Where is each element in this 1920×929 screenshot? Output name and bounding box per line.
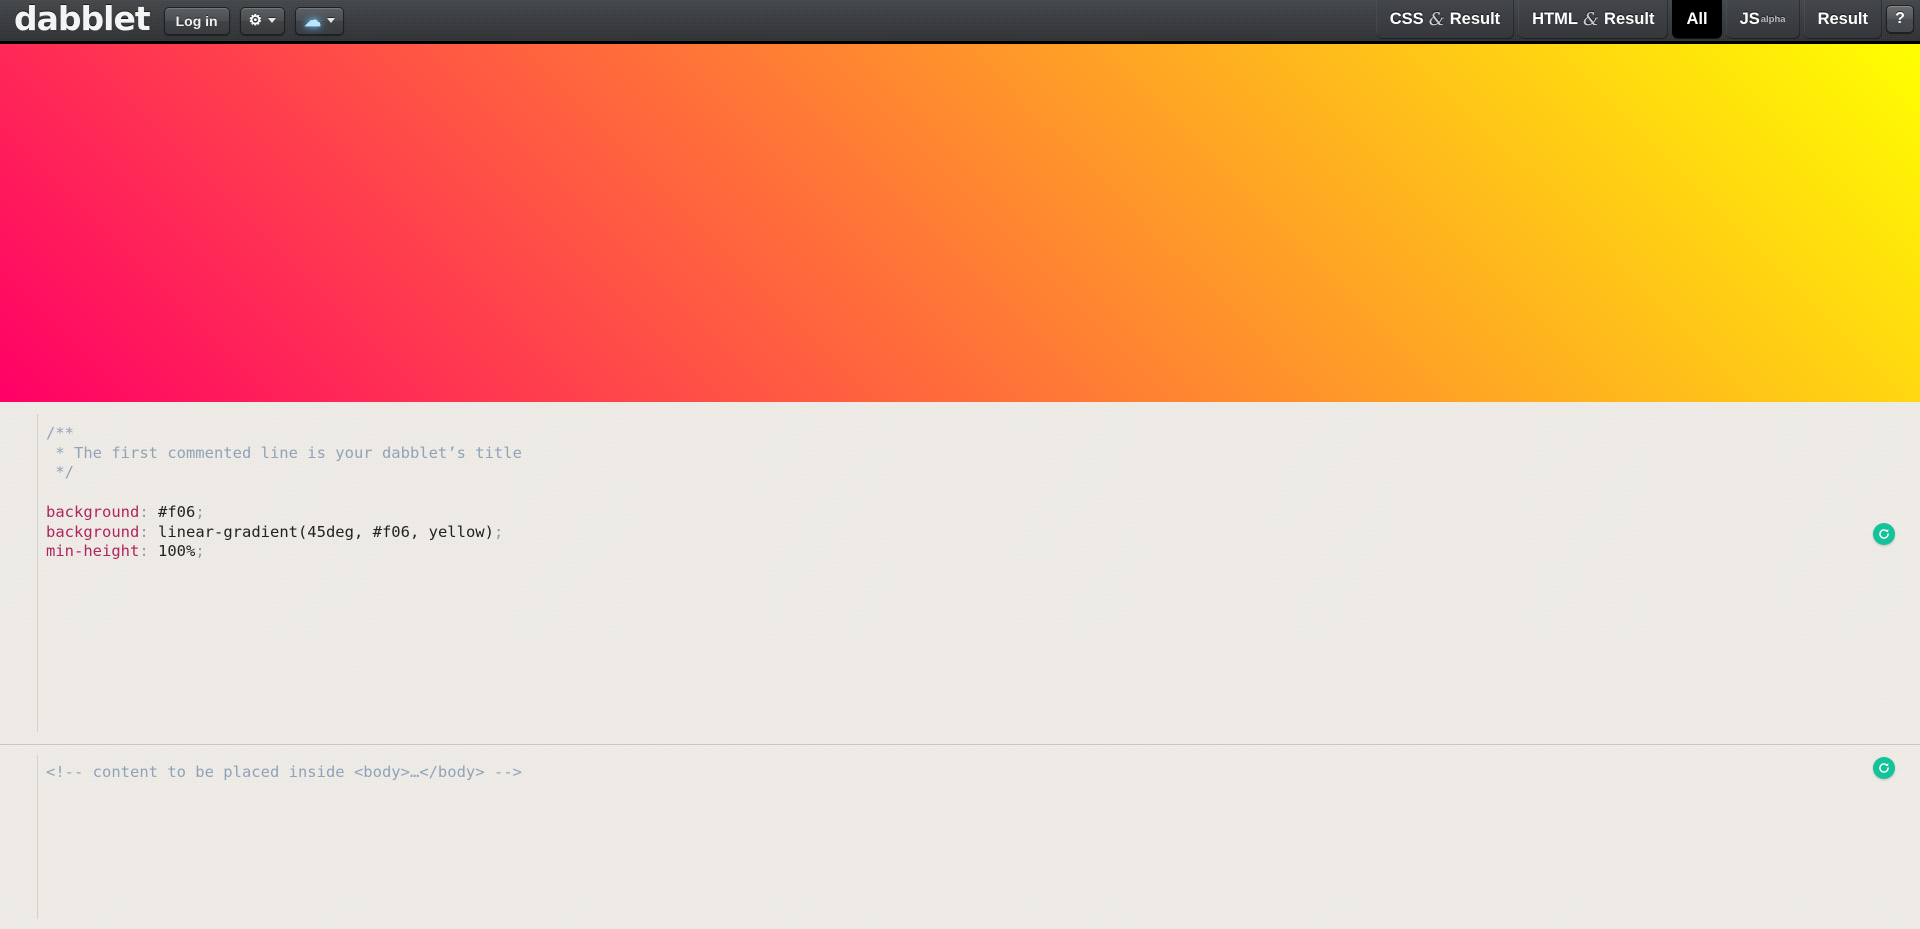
code-line: background: #f06; <box>46 502 205 521</box>
code-line: background: linear-gradient(45deg, #f06,… <box>46 522 504 541</box>
tab-all-label: All <box>1686 10 1708 28</box>
css-code-area[interactable]: /** * The first commented line is your d… <box>0 402 1920 562</box>
tab-js-label: JS <box>1739 10 1760 28</box>
code-line: min-height: 100%; <box>46 542 205 561</box>
tab-html-result[interactable]: HTML & Result <box>1518 0 1669 39</box>
tab-css-result[interactable]: CSS & Result <box>1375 0 1515 39</box>
tab-result[interactable]: Result <box>1803 0 1882 39</box>
tab-all[interactable]: All <box>1672 0 1722 39</box>
result-preview-pane <box>0 44 1920 402</box>
tab-css-result-label: CSS <box>1389 10 1424 28</box>
login-button-label: Log in <box>175 12 218 29</box>
tab-css-result-suffix: Result <box>1449 10 1501 28</box>
ampersand-glyph: & <box>1583 9 1600 30</box>
gear-icon: ⚙ <box>248 12 263 29</box>
code-line: <!-- content to be placed inside <body>…… <box>46 763 522 781</box>
html-editor-pane[interactable]: <!-- content to be placed inside <body>…… <box>0 745 1920 929</box>
settings-button[interactable]: ⚙ <box>239 6 286 35</box>
chevron-down-icon <box>327 18 336 23</box>
tab-js[interactable]: JS alpha <box>1725 0 1800 39</box>
view-tabs: CSS & Result HTML & Result All JS alpha R… <box>1375 0 1914 41</box>
code-line: * The first commented line is your dabbl… <box>46 443 522 462</box>
app-logo[interactable]: dabblet <box>8 2 154 39</box>
top-toolbar: dabblet Log in ⚙ ☁ CSS & Result HTML & R… <box>0 0 1920 44</box>
reload-icon <box>1879 763 1889 773</box>
tab-html-result-label: HTML <box>1532 10 1578 28</box>
html-code-area[interactable]: <!-- content to be placed inside <body>…… <box>0 745 1920 783</box>
login-button[interactable]: Log in <box>163 6 230 35</box>
css-editor-pane[interactable]: /** * The first commented line is your d… <box>0 402 1920 745</box>
help-button[interactable]: ? <box>1886 5 1914 33</box>
tab-js-alpha-badge: alpha <box>1760 14 1786 25</box>
ampersand-glyph: & <box>1428 9 1445 30</box>
save-to-cloud-button[interactable]: ☁ <box>295 6 345 35</box>
code-line: /** <box>46 424 74 442</box>
toolbar-left-group: dabblet Log in ⚙ ☁ <box>0 2 345 39</box>
tab-html-result-suffix: Result <box>1604 10 1655 28</box>
html-reload-button[interactable] <box>1873 757 1895 779</box>
question-mark-icon: ? <box>1895 10 1905 27</box>
css-reload-button[interactable] <box>1873 523 1895 545</box>
chevron-down-icon <box>268 18 277 23</box>
result-preview-frame <box>0 44 1920 402</box>
tab-result-label: Result <box>1817 10 1868 28</box>
cloud-upload-icon: ☁ <box>304 11 322 30</box>
reload-icon <box>1879 529 1889 539</box>
code-line: */ <box>46 463 74 482</box>
